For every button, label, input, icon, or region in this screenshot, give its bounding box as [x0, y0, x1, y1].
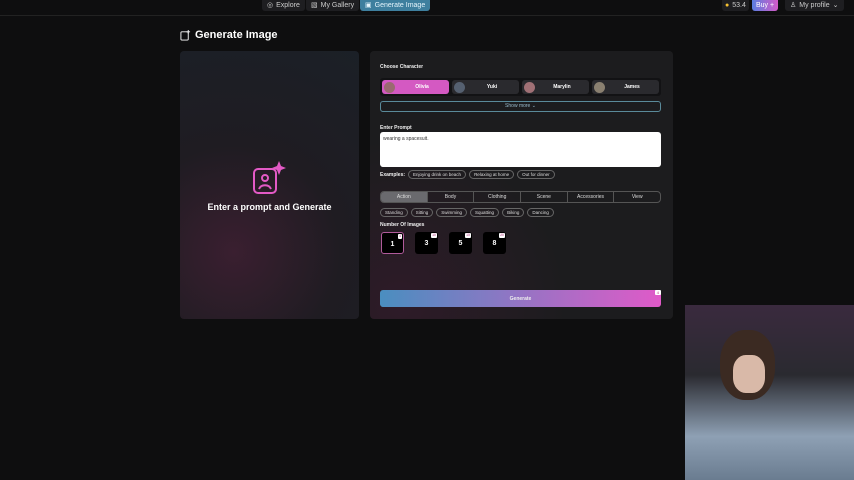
coin-cost: 10	[431, 233, 437, 238]
top-bar: ◎ Explore ▧ My Gallery ▣ Generate Image ● 53…	[0, 0, 854, 16]
prompt-label: Enter Prompt	[380, 125, 412, 131]
image-preview-panel: Enter a prompt and Generate	[180, 51, 359, 319]
num-images-option[interactable]: 14	[381, 232, 404, 254]
examples: Examples: Enjoying drink on beach Relaxi…	[380, 170, 555, 179]
avatar	[524, 81, 535, 93]
nav-generate-image[interactable]: ▣ Generate Image	[360, 0, 431, 11]
coin-cost: 15	[465, 233, 471, 238]
action-chip[interactable]: Biking	[502, 208, 525, 217]
action-chip[interactable]: Squatting	[470, 208, 500, 217]
tab-clothing[interactable]: Clothing	[474, 192, 522, 202]
profile-menu[interactable]: ♙ My profile ⌄	[785, 0, 844, 11]
num-images-option[interactable]: 5 15	[449, 232, 472, 254]
tab-scene[interactable]: Scene	[521, 192, 568, 202]
action-chip[interactable]: Dancing	[527, 208, 554, 217]
compass-icon: ◎	[267, 2, 274, 9]
image-plus-icon	[180, 29, 191, 41]
example-chip[interactable]: Out for dinner	[517, 170, 555, 179]
chevron-down-icon: ⌄	[531, 103, 536, 109]
action-chips: Standing Sitting Swimming Squatting Biki…	[380, 208, 554, 217]
tab-accessories[interactable]: Accessories	[568, 192, 615, 202]
action-chip[interactable]: Swimming	[436, 208, 468, 217]
coin-cost: 4	[398, 234, 402, 239]
coin-cost: 20	[499, 233, 505, 238]
page-title: Generate Image	[180, 29, 278, 41]
generate-button[interactable]: Generate 4	[380, 290, 661, 307]
action-chip[interactable]: Standing	[380, 208, 408, 217]
character-olivia[interactable]: Olivia	[382, 80, 449, 94]
streamer-face	[733, 355, 765, 393]
generation-form: Choose Character Olivia Yuki Marylin Jam…	[370, 51, 673, 319]
character-yuki[interactable]: Yuki	[452, 80, 519, 94]
chevron-down-icon: ⌄	[832, 2, 839, 9]
coin-cost: 4	[654, 290, 661, 295]
action-chip[interactable]: Sitting	[410, 208, 434, 217]
gallery-icon: ▧	[311, 2, 318, 9]
example-chip[interactable]: Enjoying drink on beach	[408, 170, 467, 179]
nav-explore[interactable]: ◎ Explore	[262, 0, 305, 11]
image-icon: ▣	[365, 2, 372, 9]
num-images-option[interactable]: 8 20	[483, 232, 506, 254]
character-marylin[interactable]: Marylin	[522, 80, 589, 94]
buy-button[interactable]: Buy +	[752, 0, 779, 11]
avatar	[594, 81, 605, 93]
show-more-button[interactable]: Show more ⌄	[380, 101, 661, 112]
image-sparkle-icon	[253, 161, 286, 194]
tab-action[interactable]: Action	[381, 192, 428, 202]
webcam-overlay	[685, 305, 854, 480]
coin-icon: ●	[725, 2, 730, 9]
character-selector: Olivia Yuki Marylin James	[380, 78, 661, 96]
user-icon: ♙	[790, 2, 797, 9]
preview-message: Enter a prompt and Generate	[207, 202, 332, 212]
num-images-option[interactable]: 3 10	[415, 232, 438, 254]
choose-character-label: Choose Character	[380, 64, 424, 70]
character-james[interactable]: James	[592, 80, 659, 94]
nav-my-gallery[interactable]: ▧ My Gallery	[306, 0, 360, 11]
tab-body[interactable]: Body	[428, 192, 475, 202]
example-chip[interactable]: Relaxing at home	[469, 170, 515, 179]
tab-view[interactable]: View	[614, 192, 660, 202]
category-tabs: Action Body Clothing Scene Accessories V…	[380, 191, 661, 203]
avatar	[384, 81, 395, 93]
avatar	[454, 81, 465, 93]
coin-balance: ● 53.4	[722, 0, 749, 11]
number-of-images-label: Number Of Images	[380, 222, 425, 228]
prompt-input[interactable]: wearing a spacesuit.	[380, 132, 661, 167]
